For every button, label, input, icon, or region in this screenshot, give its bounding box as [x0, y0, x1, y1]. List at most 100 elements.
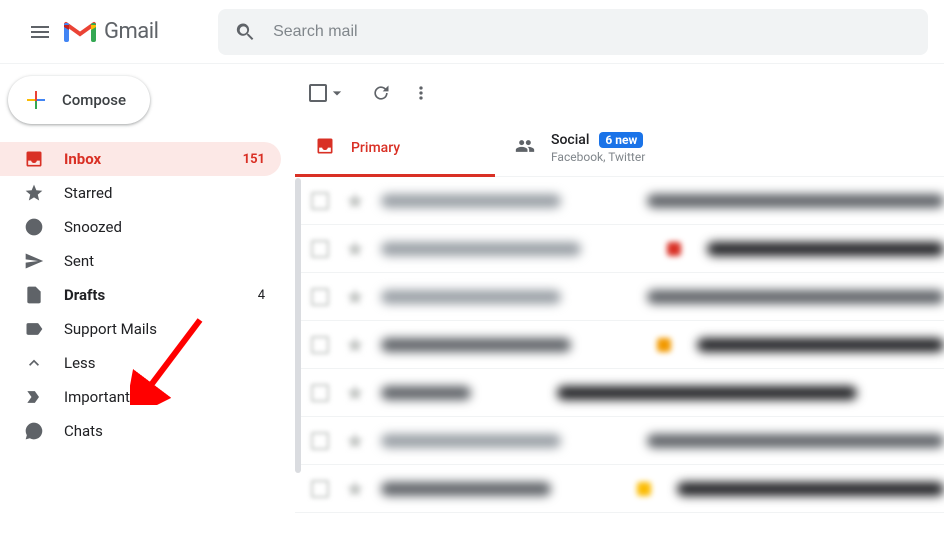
- refresh-button[interactable]: [361, 73, 401, 113]
- file-icon: [24, 285, 44, 305]
- content-area: Primary Social 6 new Facebook, Twitter: [295, 64, 944, 533]
- more-vert-icon: [411, 83, 431, 103]
- people-icon: [515, 136, 535, 160]
- gmail-m-icon: [64, 20, 96, 44]
- star-icon[interactable]: [345, 239, 365, 259]
- sidebar-item-snoozed[interactable]: Snoozed: [0, 210, 281, 244]
- tab-label: Social: [551, 132, 589, 148]
- email-row[interactable]: [295, 321, 944, 369]
- main-menu-button[interactable]: [16, 20, 64, 44]
- inbox-icon: [315, 136, 335, 160]
- sender-blur: [381, 242, 581, 256]
- category-tabs: Primary Social 6 new Facebook, Twitter: [295, 120, 944, 177]
- subject-blur: [557, 386, 857, 400]
- search-icon: [234, 20, 257, 44]
- star-icon[interactable]: [345, 335, 365, 355]
- sidebar-item-starred[interactable]: Starred: [0, 176, 281, 210]
- email-row[interactable]: [295, 465, 944, 513]
- email-list: [295, 177, 944, 513]
- main-region: Compose Inbox 151 Starred Snoozed Sent D…: [0, 64, 944, 533]
- subject-blur: [647, 434, 944, 448]
- gmail-logo[interactable]: Gmail: [64, 19, 158, 44]
- inbox-icon: [24, 149, 44, 169]
- row-checkbox[interactable]: [311, 240, 329, 258]
- caret-down-icon: [327, 83, 347, 103]
- chat-icon: [24, 421, 44, 441]
- nav-label: Snoozed: [64, 218, 122, 236]
- star-icon[interactable]: [345, 431, 365, 451]
- row-checkbox[interactable]: [311, 432, 329, 450]
- star-icon[interactable]: [345, 287, 365, 307]
- email-row[interactable]: [295, 417, 944, 465]
- sender-blur: [381, 482, 551, 496]
- sidebar-item-inbox[interactable]: Inbox 151: [0, 142, 281, 176]
- nav-label: Less: [64, 354, 96, 372]
- select-all-checkbox[interactable]: [309, 83, 347, 103]
- app-title: Gmail: [104, 19, 158, 44]
- nav-label: Important: [64, 388, 130, 406]
- star-icon[interactable]: [345, 479, 365, 499]
- sidebar-item-important[interactable]: Important: [0, 380, 281, 414]
- label-icon: [24, 319, 44, 339]
- subject-blur: [707, 242, 944, 256]
- tag-icon: [667, 242, 681, 256]
- refresh-icon: [371, 83, 391, 103]
- search-input[interactable]: [273, 23, 912, 41]
- search-bar[interactable]: [218, 9, 928, 55]
- row-checkbox[interactable]: [311, 288, 329, 306]
- subject-blur: [647, 290, 944, 304]
- scrollbar[interactable]: [295, 178, 301, 473]
- tag-icon: [637, 482, 651, 496]
- sidebar: Compose Inbox 151 Starred Snoozed Sent D…: [0, 64, 295, 533]
- tab-label: Primary: [351, 140, 400, 156]
- chevron-up-icon: [24, 353, 44, 373]
- sidebar-item-support-mails[interactable]: Support Mails: [0, 312, 281, 346]
- send-icon: [24, 251, 44, 271]
- sidebar-item-less[interactable]: Less: [0, 346, 281, 380]
- sender-blur: [381, 194, 561, 208]
- subject-blur: [697, 338, 944, 352]
- email-row[interactable]: [295, 225, 944, 273]
- compose-button[interactable]: Compose: [8, 76, 150, 124]
- row-checkbox[interactable]: [311, 480, 329, 498]
- subject-blur: [677, 482, 944, 496]
- more-button[interactable]: [401, 73, 441, 113]
- sender-blur: [381, 386, 471, 400]
- sender-blur: [381, 290, 561, 304]
- tab-primary[interactable]: Primary: [295, 120, 495, 176]
- nav-label: Starred: [64, 184, 112, 202]
- hamburger-icon: [28, 20, 52, 44]
- nav-label: Chats: [64, 422, 103, 440]
- compose-label: Compose: [62, 91, 126, 109]
- nav-label: Drafts: [64, 286, 105, 304]
- checkbox-icon: [309, 84, 327, 102]
- sidebar-item-drafts[interactable]: Drafts 4: [0, 278, 281, 312]
- tab-subtext: Facebook, Twitter: [551, 150, 645, 164]
- sender-blur: [381, 434, 561, 448]
- row-checkbox[interactable]: [311, 336, 329, 354]
- email-row[interactable]: [295, 369, 944, 417]
- new-count-badge: 6 new: [599, 132, 643, 148]
- tag-icon: [657, 338, 671, 352]
- nav-label: Inbox: [64, 150, 101, 168]
- tab-body: Social 6 new Facebook, Twitter: [551, 132, 645, 164]
- row-checkbox[interactable]: [311, 192, 329, 210]
- sidebar-item-sent[interactable]: Sent: [0, 244, 281, 278]
- plus-icon: [24, 88, 48, 112]
- nav-label: Support Mails: [64, 320, 157, 338]
- email-row[interactable]: [295, 273, 944, 321]
- star-icon[interactable]: [345, 191, 365, 211]
- tab-social[interactable]: Social 6 new Facebook, Twitter: [495, 120, 775, 176]
- app-header: Gmail: [0, 0, 944, 64]
- row-checkbox[interactable]: [311, 384, 329, 402]
- mail-toolbar: [295, 64, 944, 112]
- sidebar-item-chats[interactable]: Chats: [0, 414, 281, 448]
- inbox-count: 151: [243, 152, 265, 167]
- star-icon: [24, 183, 44, 203]
- clock-icon: [24, 217, 44, 237]
- star-icon[interactable]: [345, 383, 365, 403]
- drafts-count: 4: [258, 288, 265, 303]
- nav-label: Sent: [64, 252, 94, 270]
- email-row[interactable]: [295, 177, 944, 225]
- sender-blur: [381, 338, 571, 352]
